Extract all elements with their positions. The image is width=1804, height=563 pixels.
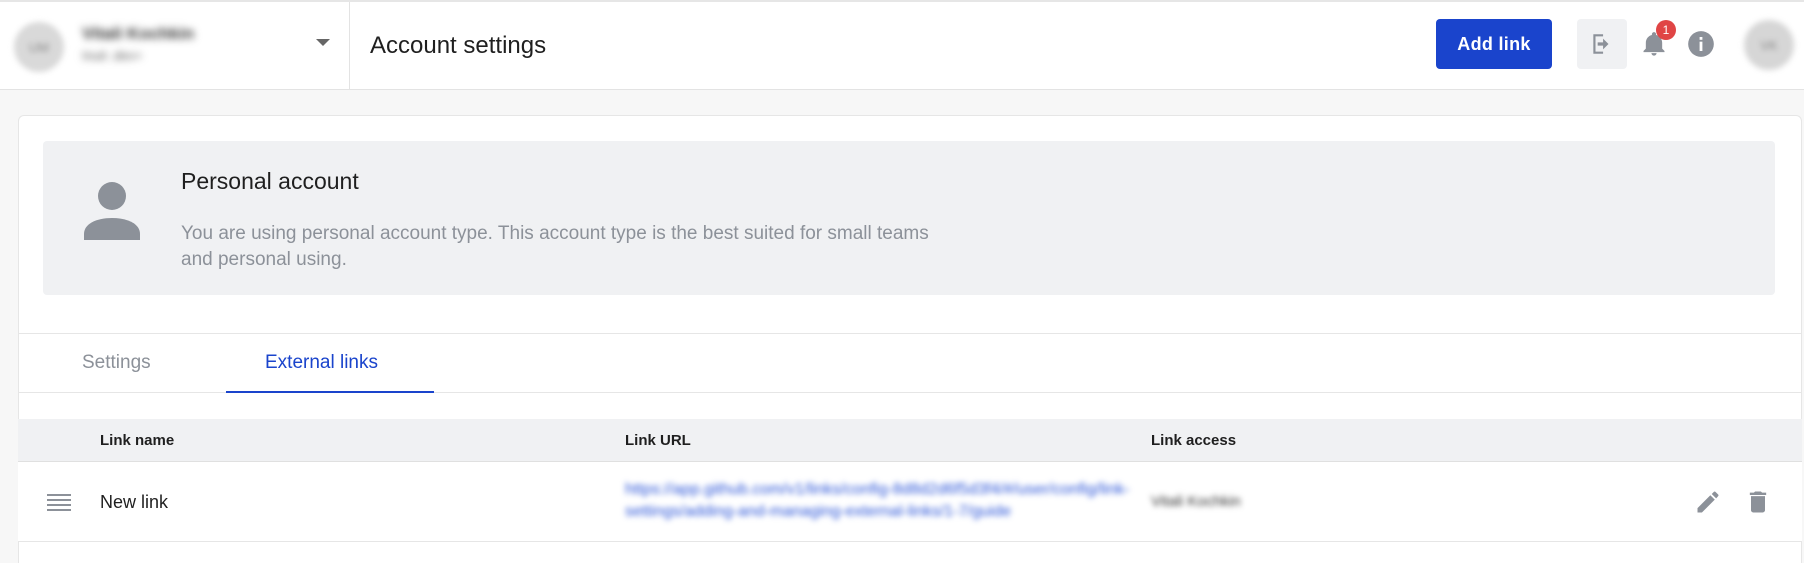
logout-button[interactable] bbox=[1577, 19, 1627, 69]
account-type-title: Personal account bbox=[181, 168, 359, 194]
account-switcher[interactable]: UM Vitali Kochkin Inuit .dev+ bbox=[0, 2, 350, 90]
page-title: Account settings bbox=[370, 32, 547, 59]
link-access-cell: Vitali Kochkin bbox=[1151, 493, 1241, 510]
info-button[interactable] bbox=[1686, 29, 1716, 59]
add-link-button[interactable]: Add link bbox=[1436, 19, 1552, 69]
tab-settings[interactable]: Settings bbox=[82, 352, 151, 374]
trash-icon[interactable] bbox=[1744, 488, 1772, 516]
column-header-link-access: Link access bbox=[1151, 432, 1237, 449]
table-row: New link https://app.github.com/v1/links… bbox=[18, 462, 1802, 542]
column-header-link-url: Link URL bbox=[625, 432, 691, 449]
person-icon bbox=[84, 182, 140, 240]
account-avatar: UM bbox=[14, 22, 64, 72]
edit-icon[interactable] bbox=[1694, 488, 1722, 516]
active-tab-indicator bbox=[226, 391, 434, 393]
link-name-cell: New link bbox=[100, 492, 169, 512]
caret-down-icon[interactable] bbox=[316, 39, 330, 46]
column-header-link-name: Link name bbox=[100, 432, 175, 449]
user-avatar[interactable]: VK bbox=[1744, 20, 1794, 70]
notification-badge: 1 bbox=[1656, 20, 1676, 40]
account-type-description: You are using personal account type. Thi… bbox=[181, 223, 929, 270]
tab-external-links[interactable]: External links bbox=[265, 352, 378, 374]
link-url-cell[interactable]: https://app.github.com/v1/links/config-8… bbox=[625, 479, 1165, 523]
tabs-top-divider bbox=[18, 333, 1802, 334]
account-subtitle: Inuit .dev+ bbox=[82, 48, 143, 63]
logout-icon bbox=[1593, 34, 1609, 54]
drag-handle-icon[interactable] bbox=[46, 492, 72, 512]
account-name: Vitali Kochkin bbox=[82, 24, 195, 43]
info-icon bbox=[1688, 31, 1714, 57]
table-header: Link name Link URL Link access bbox=[18, 419, 1802, 462]
